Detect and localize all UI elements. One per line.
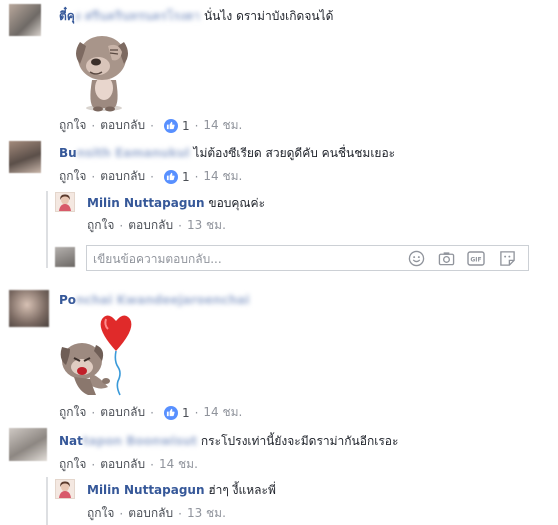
timestamp[interactable]: 13 ชม. xyxy=(187,504,226,523)
commenter-name[interactable]: Milin Nuttapagun xyxy=(87,483,205,497)
separator: · xyxy=(150,405,154,420)
bulldog-heart-balloon-sticker xyxy=(60,311,142,399)
timestamp[interactable]: 13 ชม. xyxy=(187,216,226,235)
comment-4-header: Nattapon Boonwisut กระโปรงเท่านี้ยังจะมี… xyxy=(59,432,398,451)
thumbs-up-icon xyxy=(163,405,178,420)
commenter-name[interactable]: Milin Nuttapagun xyxy=(87,196,205,210)
camera-icon[interactable] xyxy=(437,249,455,267)
reply-link[interactable]: ตอบกลับ xyxy=(128,504,173,523)
comment-1-actions: ถูกใจ · ตอบกลับ · 1 · 14 ชม. xyxy=(59,116,242,135)
like-link[interactable]: ถูกใจ xyxy=(59,116,86,135)
separator: · xyxy=(150,457,154,472)
gif-icon[interactable]: GIF xyxy=(467,249,485,267)
separator: · xyxy=(91,118,96,133)
like-count-badge[interactable]: 1 xyxy=(163,169,190,184)
comment-3-header: Ponchai Kwandeejaroenchai xyxy=(59,293,249,307)
emoji-icon[interactable] xyxy=(407,249,425,267)
like-count: 1 xyxy=(181,405,190,420)
separator: · xyxy=(119,218,124,233)
reply-thread-line xyxy=(46,477,48,525)
reply-1-header: Milin Nuttapagun ขอบคุณค่ะ xyxy=(87,194,265,213)
timestamp[interactable]: 14 ชม. xyxy=(203,167,242,186)
avatar[interactable] xyxy=(55,479,75,499)
reply-placeholder: เขียนข้อความตอบกลับ... xyxy=(93,252,222,266)
separator: · xyxy=(178,218,182,233)
avatar[interactable] xyxy=(55,192,75,212)
avatar xyxy=(55,247,75,267)
comment-text: ไม่ต้องซีเรียด สวยดูดีคับ คนชื่นชมเยอะ xyxy=(193,146,396,160)
timestamp[interactable]: 14 ชม. xyxy=(203,116,242,135)
like-link[interactable]: ถูกใจ xyxy=(59,455,86,474)
separator: · xyxy=(150,169,154,184)
avatar[interactable] xyxy=(9,290,49,327)
commenter-name-hidden[interactable]: nsith Eamanukul xyxy=(77,146,190,160)
separator: · xyxy=(194,405,199,420)
separator: · xyxy=(194,118,199,133)
reply-2-header: Milin Nuttapagun ฮ่าๆ งี้แหละพี่ xyxy=(87,481,276,500)
separator: · xyxy=(119,506,124,521)
like-link[interactable]: ถูกใจ xyxy=(59,403,86,422)
reply-input[interactable]: เขียนข้อความตอบกลับ... GIF xyxy=(86,245,529,271)
commenter-name-hidden[interactable]: tapon Boonwisut xyxy=(83,434,197,448)
reply-link[interactable]: ตอบกลับ xyxy=(100,403,145,422)
reply-link[interactable]: ตอบกลับ xyxy=(128,216,173,235)
like-count-badge[interactable]: 1 xyxy=(163,405,190,420)
like-count: 1 xyxy=(181,118,190,133)
commenter-name[interactable]: Bu xyxy=(59,146,77,160)
bulldog-facepalm-sticker xyxy=(74,24,134,112)
timestamp[interactable]: 14 ชม. xyxy=(203,403,242,422)
separator: · xyxy=(91,457,96,472)
like-link[interactable]: ถูกใจ xyxy=(59,167,86,186)
comment-text: กระโปรงเท่านี้ยังจะมีดราม่ากันอีกเรอะ xyxy=(200,434,399,448)
commenter-name[interactable]: Po xyxy=(59,293,76,307)
separator: · xyxy=(91,405,96,420)
reply-link[interactable]: ตอบกลับ xyxy=(100,167,145,186)
separator: · xyxy=(150,118,154,133)
sticker-icon[interactable] xyxy=(498,249,516,267)
avatar[interactable] xyxy=(9,428,47,461)
comment-3-actions: ถูกใจ · ตอบกลับ · 1 · 14 ชม. xyxy=(59,403,242,422)
separator: · xyxy=(91,169,96,184)
reply-text: ขอบคุณค่ะ xyxy=(208,196,266,210)
separator: · xyxy=(178,506,182,521)
reply-link[interactable]: ตอบกลับ xyxy=(100,116,145,135)
reply-2-actions: ถูกใจ · ตอบกลับ · 13 ชม. xyxy=(87,504,226,523)
like-link[interactable]: ถูกใจ xyxy=(87,504,114,523)
reply-link[interactable]: ตอบกลับ xyxy=(100,455,145,474)
reply-thread-line xyxy=(46,191,48,268)
svg-text:GIF: GIF xyxy=(470,256,481,263)
commenter-name-hidden[interactable]: ง ศรีนครินทรนครโรงตา xyxy=(75,9,200,23)
like-count-badge[interactable]: 1 xyxy=(163,118,190,133)
reply-text: ฮ่าๆ งี้แหละพี่ xyxy=(208,483,276,497)
comment-2-header: Bunsith Eamanukul ไม่ต้องซีเรียด สวยดูดี… xyxy=(59,144,395,163)
comment-text: นั่นไง ดราม่าบังเกิดจนได้ xyxy=(203,9,334,23)
commenter-name[interactable]: Nat xyxy=(59,434,83,448)
separator: · xyxy=(194,169,199,184)
comment-2-actions: ถูกใจ · ตอบกลับ · 1 · 14 ชม. xyxy=(59,167,242,186)
thumbs-up-icon xyxy=(163,118,178,133)
like-link[interactable]: ถูกใจ xyxy=(87,216,114,235)
comment-4-actions: ถูกใจ · ตอบกลับ · 14 ชม. xyxy=(59,455,198,474)
avatar[interactable] xyxy=(9,4,41,36)
thumbs-up-icon xyxy=(163,169,178,184)
commenter-name-hidden[interactable]: nchai Kwandeejaroenchai xyxy=(76,293,249,307)
timestamp[interactable]: 14 ชม. xyxy=(159,455,198,474)
like-count: 1 xyxy=(181,169,190,184)
commenter-name[interactable]: ตี๋คุ xyxy=(59,9,75,23)
avatar[interactable] xyxy=(9,141,41,173)
reply-1-actions: ถูกใจ · ตอบกลับ · 13 ชม. xyxy=(87,216,226,235)
